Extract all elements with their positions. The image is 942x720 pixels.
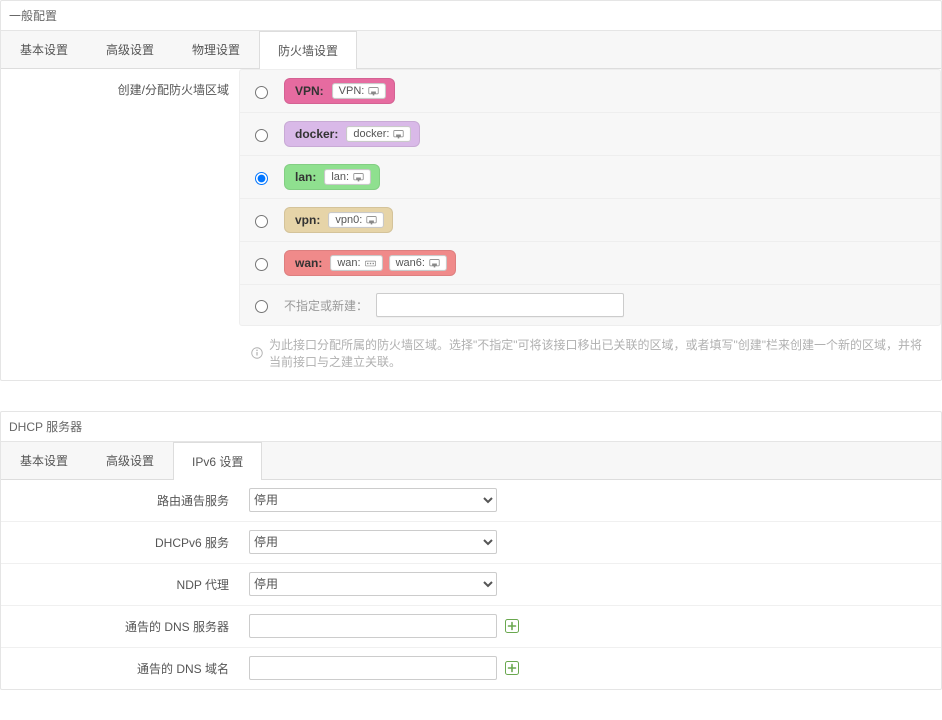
zone-radio-create[interactable] xyxy=(255,300,268,313)
general-tab-2[interactable]: 物理设置 xyxy=(173,31,259,68)
ipv6-row-1: DHCPv6 服务停用 xyxy=(1,522,941,564)
firewall-zone-hint-text: 为此接口分配所属的防火墙区域。选择"不指定"可将该接口移出已关联的区域，或者填写… xyxy=(269,336,929,370)
ipv6-input-3[interactable] xyxy=(249,614,497,638)
zone-iface-label-3-0: vpn0: xyxy=(335,214,362,226)
zone-name-4: wan: xyxy=(293,256,324,270)
zone-iface-1-0[interactable]: docker: xyxy=(346,126,411,142)
zone-name-3: vpn: xyxy=(293,213,322,227)
ipv6-row-3: 通告的 DNS 服务器 xyxy=(1,606,941,648)
port-icon xyxy=(353,172,364,183)
port-icon xyxy=(393,129,404,140)
dhcp-ipv6-body: 路由通告服务停用DHCPv6 服务停用NDP 代理停用通告的 DNS 服务器通告… xyxy=(1,480,941,689)
zone-name-1: docker: xyxy=(293,127,340,141)
zone-name-2: lan: xyxy=(293,170,318,184)
switch-icon xyxy=(365,258,376,269)
ipv6-row-label-1: DHCPv6 服务 xyxy=(1,522,239,563)
ipv6-row-2: NDP 代理停用 xyxy=(1,564,941,606)
general-tabs: 基本设置高级设置物理设置防火墙设置 xyxy=(1,31,941,69)
zone-iface-4-1[interactable]: wan6: xyxy=(389,255,447,271)
zone-row-1: docker: docker: xyxy=(240,113,940,156)
general-tab-body: 创建/分配防火墙区域 VPN:VPN:docker:docker:lan:lan… xyxy=(1,69,941,380)
zone-row-3: vpn: vpn0: xyxy=(240,199,940,242)
zone-badge-4[interactable]: wan: wan: wan6: xyxy=(284,250,456,276)
dhcp-tab-0[interactable]: 基本设置 xyxy=(1,442,87,479)
zone-iface-label-4-1: wan6: xyxy=(396,257,425,269)
zone-row-2: lan: lan: xyxy=(240,156,940,199)
ipv6-row-label-3: 通告的 DNS 服务器 xyxy=(1,606,239,647)
zone-name-0: VPN: xyxy=(293,84,326,98)
zone-badge-0[interactable]: VPN: VPN: xyxy=(284,78,395,104)
zone-create-label: 不指定或新建： xyxy=(284,297,368,314)
port-icon xyxy=(368,86,379,97)
ipv6-select-1[interactable]: 停用 xyxy=(249,530,497,554)
ipv6-row-label-2: NDP 代理 xyxy=(1,564,239,605)
ipv6-row-0: 路由通告服务停用 xyxy=(1,480,941,522)
general-config-section: 一般配置 基本设置高级设置物理设置防火墙设置 创建/分配防火墙区域 VPN:VP… xyxy=(0,0,942,381)
general-tab-0[interactable]: 基本设置 xyxy=(1,31,87,68)
zone-radio-0[interactable] xyxy=(255,86,268,99)
zone-iface-2-0[interactable]: lan: xyxy=(324,169,371,185)
zone-radio-2[interactable] xyxy=(255,172,268,185)
general-tab-3[interactable]: 防火墙设置 xyxy=(259,31,357,69)
dhcp-tab-1[interactable]: 高级设置 xyxy=(87,442,173,479)
zone-iface-label-0-0: VPN: xyxy=(339,85,365,97)
zone-row-0: VPN: VPN: xyxy=(240,70,940,113)
ipv6-row-label-4: 通告的 DNS 域名 xyxy=(1,648,239,689)
ipv6-row-field-2: 停用 xyxy=(239,564,941,604)
dhcp-tab-2[interactable]: IPv6 设置 xyxy=(173,442,262,480)
add-icon[interactable] xyxy=(505,619,519,633)
general-config-title: 一般配置 xyxy=(1,1,941,31)
zone-iface-label-1-0: docker: xyxy=(353,128,389,140)
zone-iface-0-0[interactable]: VPN: xyxy=(332,83,387,99)
zone-badge-3[interactable]: vpn: vpn0: xyxy=(284,207,393,233)
firewall-zone-label: 创建/分配防火墙区域 xyxy=(1,69,239,110)
general-tab-1[interactable]: 高级设置 xyxy=(87,31,173,68)
ipv6-row-field-1: 停用 xyxy=(239,522,941,562)
firewall-zone-panel: VPN: VPN: docker: docker: lan: lan: vpn: vpn0: w… xyxy=(239,69,941,326)
ipv6-row-4: 通告的 DNS 域名 xyxy=(1,648,941,689)
zone-iface-4-0[interactable]: wan: xyxy=(330,255,382,271)
ipv6-row-label-0: 路由通告服务 xyxy=(1,480,239,521)
zone-badge-2[interactable]: lan: lan: xyxy=(284,164,380,190)
ipv6-row-field-3 xyxy=(239,606,941,646)
info-icon xyxy=(251,347,263,359)
ipv6-row-field-0: 停用 xyxy=(239,480,941,520)
ipv6-select-0[interactable]: 停用 xyxy=(249,488,497,512)
dhcp-section: DHCP 服务器 基本设置高级设置IPv6 设置 路由通告服务停用DHCPv6 … xyxy=(0,411,942,690)
port-icon xyxy=(366,215,377,226)
zone-radio-4[interactable] xyxy=(255,258,268,271)
dhcp-tabs: 基本设置高级设置IPv6 设置 xyxy=(1,442,941,480)
zone-iface-label-2-0: lan: xyxy=(331,171,349,183)
zone-row-create: 不指定或新建： xyxy=(240,285,940,325)
firewall-zone-hint: 为此接口分配所属的防火墙区域。选择"不指定"可将该接口移出已关联的区域，或者填写… xyxy=(239,326,941,380)
zone-create-input[interactable] xyxy=(376,293,624,317)
zone-badge-1[interactable]: docker: docker: xyxy=(284,121,420,147)
port-icon xyxy=(429,258,440,269)
add-icon[interactable] xyxy=(505,661,519,675)
dhcp-title: DHCP 服务器 xyxy=(1,412,941,442)
zone-radio-3[interactable] xyxy=(255,215,268,228)
zone-radio-1[interactable] xyxy=(255,129,268,142)
zone-row-4: wan: wan: wan6: xyxy=(240,242,940,285)
ipv6-row-field-4 xyxy=(239,648,941,688)
zone-iface-label-4-0: wan: xyxy=(337,257,360,269)
ipv6-select-2[interactable]: 停用 xyxy=(249,572,497,596)
zone-iface-3-0[interactable]: vpn0: xyxy=(328,212,384,228)
ipv6-input-4[interactable] xyxy=(249,656,497,680)
